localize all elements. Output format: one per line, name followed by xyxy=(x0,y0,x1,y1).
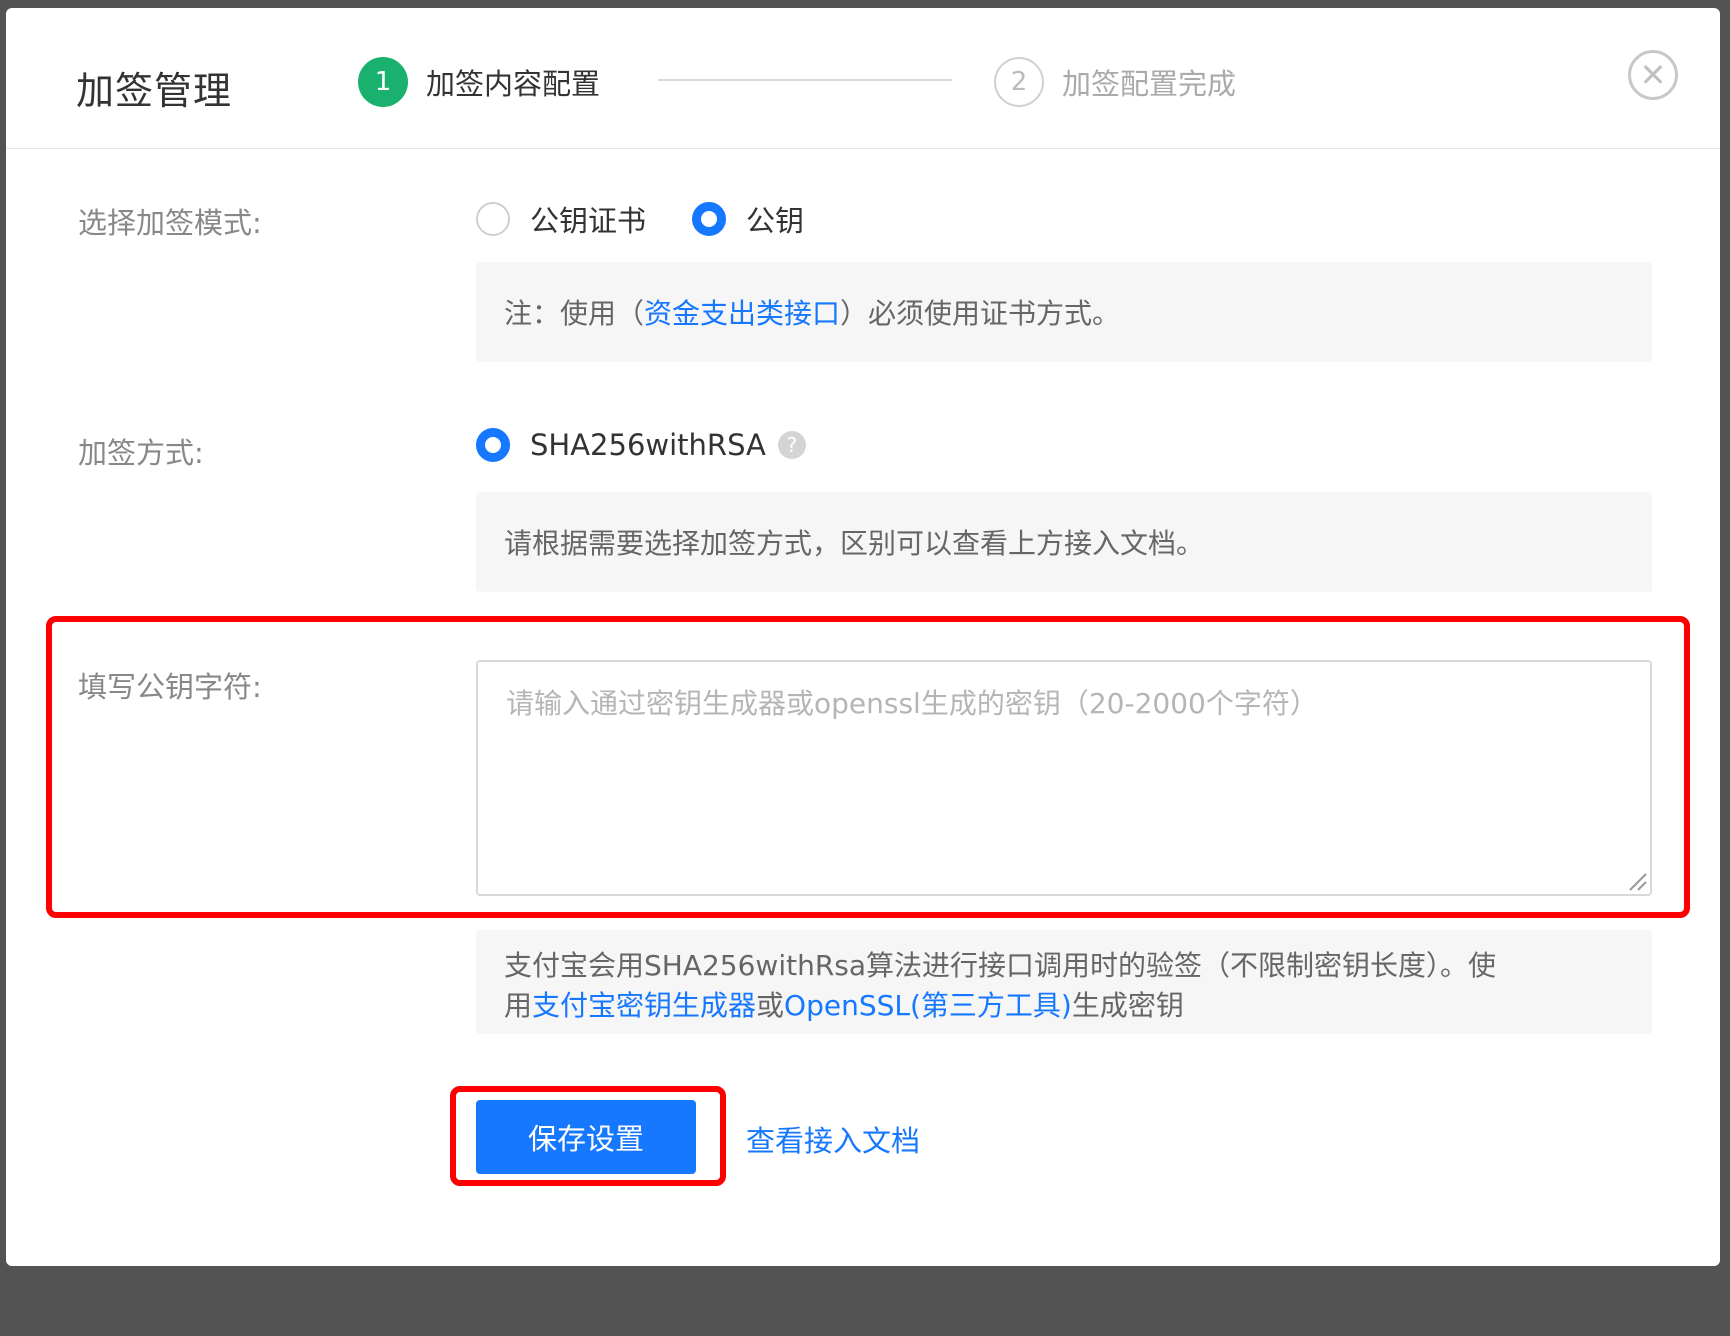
sign-mode-label: 选择加签模式: xyxy=(78,206,262,240)
radio-public-key-certificate[interactable]: 公钥证书 xyxy=(476,198,646,240)
radio-label: SHA256withRSA xyxy=(530,428,766,462)
step-label-1: 加签内容配置 xyxy=(426,67,601,101)
sign-mode-note: 注：使用（ 资金支出类接口 ）必须使用证书方式。 xyxy=(476,262,1652,362)
step-number-1: 1 xyxy=(358,57,408,107)
radio-checked-icon xyxy=(476,428,510,462)
dialog-header: 加签管理 1 加签内容配置 2 加签配置完成 ✕ xyxy=(6,8,1720,149)
radio-checked-icon xyxy=(692,202,727,236)
openssl-link[interactable]: OpenSSL(第三方工具) xyxy=(784,989,1072,1022)
step-connector xyxy=(658,79,952,81)
info-line-1: 支付宝会用SHA256withRsa算法进行接口调用时的验签（不限制密钥长度）。… xyxy=(504,949,1497,982)
sign-method-note: 请根据需要选择加签方式，区别可以查看上方接入文档。 xyxy=(476,492,1652,592)
alipay-key-generator-link[interactable]: 支付宝密钥生成器 xyxy=(532,989,756,1022)
step-content-config: 1 加签内容配置 xyxy=(358,56,600,108)
note-suffix: ）必须使用证书方式。 xyxy=(840,297,1121,330)
fund-expense-api-link[interactable]: 资金支出类接口 xyxy=(644,292,840,332)
sign-method-label: 加签方式: xyxy=(78,436,204,470)
close-icon[interactable]: ✕ xyxy=(1628,50,1678,100)
sign-mode-radio-group: 公钥证书 公钥 xyxy=(476,198,850,240)
radio-sha256withrsa[interactable]: SHA256withRSA xyxy=(476,428,766,462)
dialog-title: 加签管理 xyxy=(76,69,233,113)
view-docs-link[interactable]: 查看接入文档 xyxy=(746,1118,920,1160)
radio-label: 公钥证书 xyxy=(530,204,647,238)
radio-unchecked-icon xyxy=(476,202,510,236)
resize-grip-icon[interactable] xyxy=(1626,870,1648,892)
note-prefix: 注：使用（ xyxy=(504,297,645,330)
step-config-complete: 2 加签配置完成 xyxy=(994,56,1236,108)
info-line2-prefix: 用 xyxy=(504,989,533,1022)
info-mid: 或 xyxy=(756,989,785,1022)
info-line2-suffix: 生成密钥 xyxy=(1071,989,1184,1022)
key-generation-info: 支付宝会用SHA256withRsa算法进行接口调用时的验签（不限制密钥长度）。… xyxy=(476,930,1652,1034)
step-label-2: 加签配置完成 xyxy=(1062,67,1237,101)
save-settings-button[interactable]: 保存设置 xyxy=(476,1100,696,1174)
sign-method-radio-group: SHA256withRSA ? xyxy=(476,428,806,462)
question-circle-icon[interactable]: ? xyxy=(777,431,806,459)
radio-label: 公钥 xyxy=(746,204,805,238)
info-line-2: 用支付宝密钥生成器或OpenSSL(第三方工具)生成密钥 xyxy=(504,986,1624,1026)
public-key-textarea[interactable] xyxy=(476,660,1652,896)
radio-public-key[interactable]: 公钥 xyxy=(692,198,804,240)
step-number-2: 2 xyxy=(994,57,1044,107)
public-key-label: 填写公钥字符: xyxy=(78,670,262,704)
sign-management-dialog: 加签管理 1 加签内容配置 2 加签配置完成 ✕ 选择加签模式: 公钥证书 公钥… xyxy=(6,8,1720,1266)
